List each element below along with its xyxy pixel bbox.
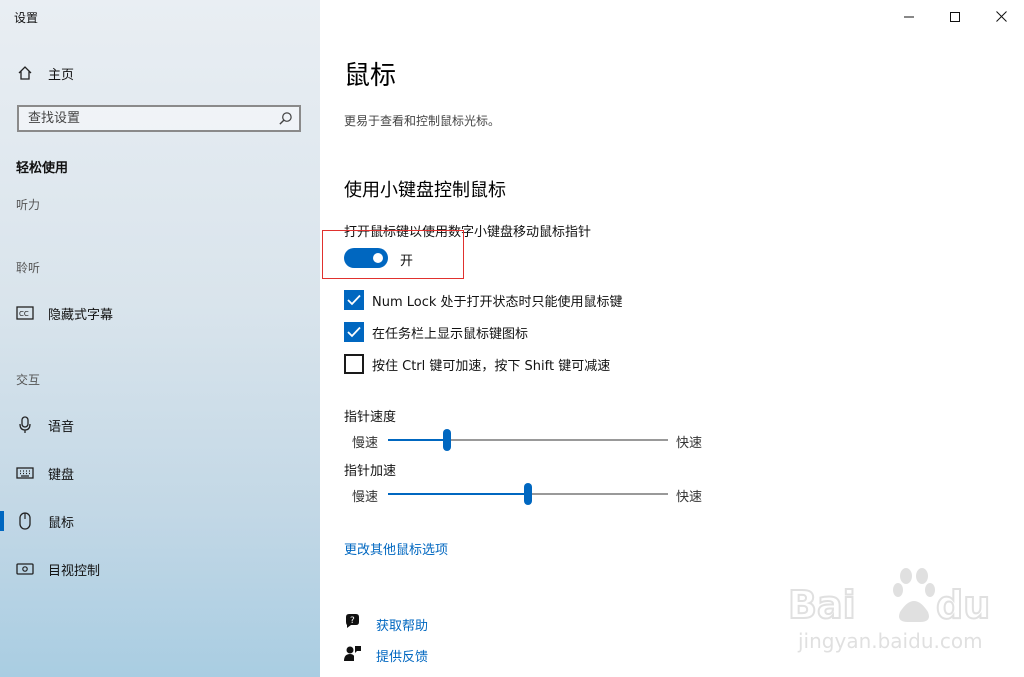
more-mouse-options-link[interactable]: 更改其他鼠标选项 xyxy=(344,539,448,558)
close-icon xyxy=(995,7,1007,26)
pointer-speed-title: 指针速度 xyxy=(344,410,397,425)
maximize-icon xyxy=(950,7,960,26)
svg-text:jingyan.baidu.com: jingyan.baidu.com xyxy=(797,629,983,653)
svg-text:?: ? xyxy=(350,616,355,626)
checkbox-checked[interactable] xyxy=(344,322,364,342)
eye-control-icon xyxy=(16,560,34,578)
annotation-highlight-box xyxy=(322,230,464,279)
category-vision: 听力 xyxy=(16,198,41,212)
checkbox-unchecked[interactable] xyxy=(344,354,364,374)
checkbox-numlock-only[interactable]: Num Lock 处于打开状态时只能使用鼠标键 xyxy=(344,290,623,310)
sidebar-item-speech[interactable]: 语音 xyxy=(0,408,320,442)
help-link-label: 获取帮助 xyxy=(376,618,429,634)
svg-text:CC: CC xyxy=(19,310,29,318)
baidu-watermark-logo: Bai du jingyan.baidu.com xyxy=(787,566,1024,660)
sidebar-item-home[interactable]: 主页 xyxy=(0,56,320,90)
slider-high-label: 快速 xyxy=(676,436,703,451)
section-heading: 轻松使用 xyxy=(16,161,69,176)
close-button[interactable] xyxy=(978,0,1024,32)
slider-fill xyxy=(388,493,528,495)
feedback-icon xyxy=(344,644,362,666)
sidebar-item-label: 隐藏式字幕 xyxy=(48,307,114,323)
checkbox-taskbar-icon[interactable]: 在任务栏上显示鼠标键图标 xyxy=(344,322,528,342)
pointer-acceleration-slider-row: 慢速 快速 xyxy=(352,482,712,506)
slider-thumb[interactable] xyxy=(442,429,451,451)
slider-low-label: 慢速 xyxy=(352,490,379,505)
sidebar-item-label: 目视控制 xyxy=(48,563,101,579)
svg-text:du: du xyxy=(936,583,990,627)
search-input[interactable] xyxy=(19,107,268,130)
page-title: 鼠标 xyxy=(344,61,397,91)
app-title: 设置 xyxy=(14,11,39,25)
search-icon[interactable] xyxy=(278,111,293,130)
get-help-link[interactable]: ? 获取帮助 xyxy=(344,614,428,634)
sidebar-item-label: 鼠标 xyxy=(48,515,75,531)
minimize-button[interactable] xyxy=(886,0,932,32)
checkbox-ctrl-shift-speed[interactable]: 按住 Ctrl 键可加速，按下 Shift 键可减速 xyxy=(344,354,610,374)
minimize-icon xyxy=(904,7,914,26)
checkbox-label: 按住 Ctrl 键可加速，按下 Shift 键可减速 xyxy=(372,358,611,374)
sidebar-item-label: 键盘 xyxy=(48,467,75,483)
feedback-link[interactable]: 提供反馈 xyxy=(344,645,428,665)
checkbox-label: Num Lock 处于打开状态时只能使用鼠标键 xyxy=(372,294,623,310)
sidebar-item-eye-control[interactable]: 目视控制 xyxy=(0,552,320,586)
mouse-icon xyxy=(16,512,34,530)
sidebar-item-closed-captions[interactable]: CC 隐藏式字幕 xyxy=(0,296,320,330)
closed-caption-icon: CC xyxy=(16,304,34,322)
pointer-speed-slider[interactable] xyxy=(388,429,668,451)
microphone-icon xyxy=(16,416,34,434)
settings-content: 鼠标 更易于查看和控制鼠标光标。 使用小键盘控制鼠标 打开鼠标键以使用数字小键盘… xyxy=(320,0,1024,677)
help-chat-icon: ? xyxy=(344,613,362,635)
sidebar-item-label: 主页 xyxy=(48,67,75,83)
sidebar-item-keyboard[interactable]: 键盘 xyxy=(0,456,320,490)
pointer-acceleration-slider[interactable] xyxy=(388,483,668,505)
pointer-acceleration-title: 指针加速 xyxy=(344,464,397,479)
settings-sidebar: 设置 主页 轻松使用 听力 聆听 CC 隐藏式字幕 交互 语音 键盘 xyxy=(0,0,320,677)
slider-thumb[interactable] xyxy=(524,483,532,505)
feedback-link-label: 提供反馈 xyxy=(376,649,429,665)
category-interaction: 交互 xyxy=(16,373,41,387)
checkbox-checked[interactable] xyxy=(344,290,364,310)
category-hearing: 聆听 xyxy=(16,261,41,275)
slider-fill xyxy=(388,439,447,441)
section-title: 使用小键盘控制鼠标 xyxy=(344,180,506,201)
sidebar-item-mouse[interactable]: 鼠标 xyxy=(0,504,320,538)
slider-low-label: 慢速 xyxy=(352,436,379,451)
pointer-speed-slider-row: 慢速 快速 xyxy=(352,428,712,452)
svg-text:Bai: Bai xyxy=(788,583,856,627)
slider-high-label: 快速 xyxy=(676,490,703,505)
home-icon xyxy=(16,64,34,82)
maximize-button[interactable] xyxy=(932,0,978,32)
keyboard-icon xyxy=(16,464,34,482)
search-field[interactable] xyxy=(17,105,301,132)
sidebar-item-label: 语音 xyxy=(48,419,75,435)
page-description: 更易于查看和控制鼠标光标。 xyxy=(344,114,501,128)
checkbox-label: 在任务栏上显示鼠标键图标 xyxy=(372,326,529,342)
